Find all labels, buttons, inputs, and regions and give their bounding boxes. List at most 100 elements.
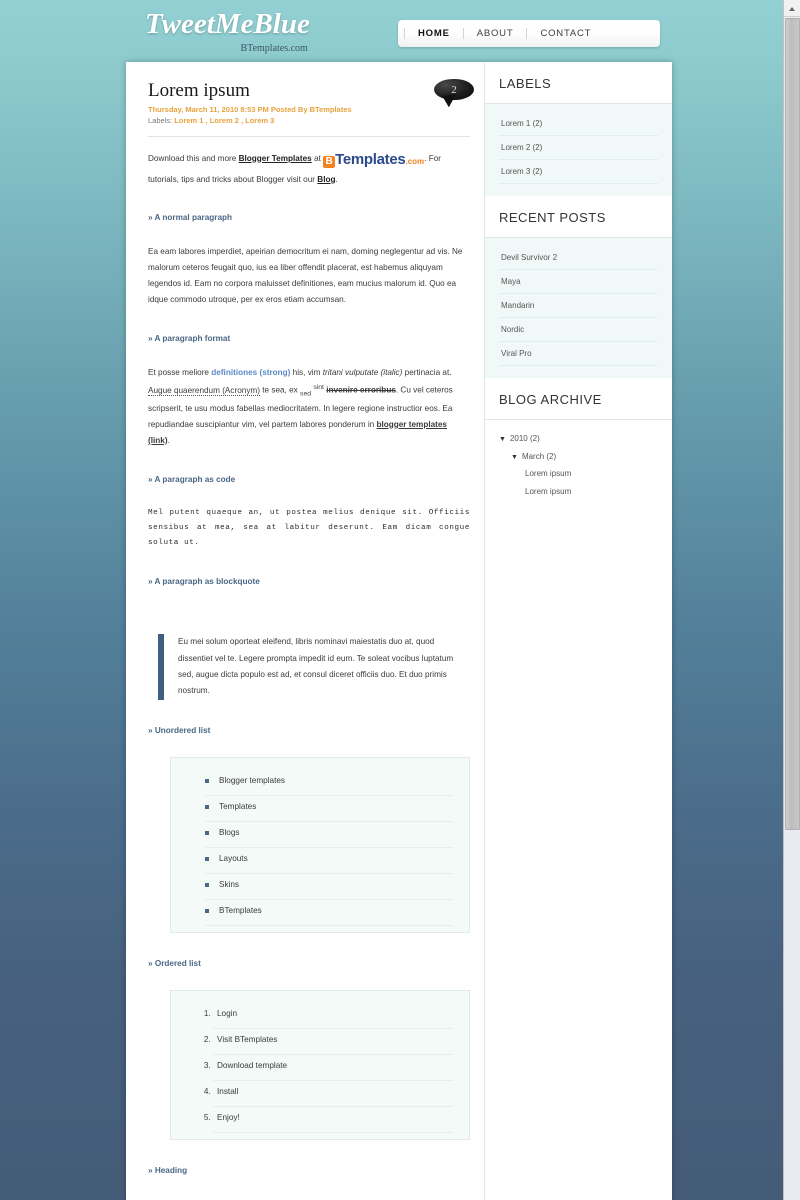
sidebar-label-2[interactable]: Lorem 2 (2) xyxy=(499,136,658,159)
fmt-t1: Et posse meliore xyxy=(148,368,212,378)
section-normal-paragraph: A normal paragraph xyxy=(148,213,470,222)
archive-tree: ▼ 2010 (2) ▼ March (2) Lorem ipsum Lorem i… xyxy=(485,420,672,521)
recent-post-2[interactable]: Maya xyxy=(499,270,658,293)
widget-recent-posts: RECENT POSTS Devil Survivor 2 Maya Manda… xyxy=(485,196,672,378)
recent-posts-list: Devil Survivor 2 Maya Mandarin Nordic Vi… xyxy=(499,246,658,366)
main-content: 2 Lorem ipsum Thursday, March 11, 2010 8… xyxy=(126,62,484,1200)
fmt-italic-2: vulputate (italic) xyxy=(345,368,403,378)
blog-link[interactable]: Blog xyxy=(317,175,335,184)
section-paragraph-blockquote: A paragraph as blockquote xyxy=(148,577,470,586)
scroll-up-button[interactable] xyxy=(784,0,800,17)
section-paragraph-code: A paragraph as code xyxy=(148,475,470,484)
list-item: Templates xyxy=(205,796,453,822)
list-item: BTemplates xyxy=(205,900,453,926)
section-paragraph-format: A paragraph format xyxy=(148,334,470,343)
widget-labels-body: Lorem 1 (2) Lorem 2 (2) Lorem 3 (2) xyxy=(485,104,672,196)
blogger-templates-link[interactable]: Blogger Templates xyxy=(239,154,312,163)
blog-title: TweetMeBlue xyxy=(145,8,310,40)
list-item: Login xyxy=(213,1003,453,1029)
unordered-list: Blogger templates Templates Blogs Layout… xyxy=(187,770,453,926)
main-navigation[interactable]: HOME ABOUT CONTACT xyxy=(398,20,660,47)
intro-text-4: . xyxy=(335,174,338,184)
paragraph-blockquote: Eu mei solum oporteat eleifend, libris n… xyxy=(158,634,470,700)
fmt-subscript: sed xyxy=(300,390,312,398)
archive-year[interactable]: ▼ 2010 (2) xyxy=(497,430,662,448)
ordered-list: Login Visit BTemplates Download template… xyxy=(187,1003,453,1133)
post-header: 2 Lorem ipsum Thursday, March 11, 2010 8… xyxy=(148,79,474,127)
list-item[interactable]: Mandarin xyxy=(499,294,658,318)
post-meta: Thursday, March 11, 2010 8:53 PM Posted … xyxy=(148,104,352,114)
labels-list: Lorem 1 (2) Lorem 2 (2) Lorem 3 (2) xyxy=(499,112,658,184)
post-labels-list[interactable]: Lorem 1 , Lorem 2 , Lorem 3 xyxy=(174,116,274,125)
archive-year-label: 2010 (2) xyxy=(509,434,540,443)
widget-recent-posts-body: Devil Survivor 2 Maya Mandarin Nordic Vi… xyxy=(485,238,672,378)
list-item: Install xyxy=(213,1081,453,1107)
list-item[interactable]: Devil Survivor 2 xyxy=(499,246,658,270)
recent-post-4[interactable]: Nordic xyxy=(499,318,658,341)
fmt-strong: definitiones (strong) xyxy=(211,368,291,378)
archive-post-1[interactable]: Lorem ipsum xyxy=(497,465,662,483)
list-item[interactable]: Lorem 2 (2) xyxy=(499,136,658,160)
section-heading: Heading xyxy=(148,1166,470,1175)
fmt-acronym: Augue quaerendum (Acronym) xyxy=(148,385,260,396)
scrollbar-thumb[interactable] xyxy=(785,18,800,830)
fmt-t5: te sea, ex xyxy=(259,385,301,395)
chevron-down-icon[interactable]: ▼ xyxy=(511,454,518,461)
widget-blog-archive: BLOG ARCHIVE ▼ 2010 (2) ▼ March (2) Lorem … xyxy=(485,378,672,521)
chevron-down-icon[interactable]: ▼ xyxy=(499,436,506,443)
list-item: Blogs xyxy=(205,822,453,848)
list-item: Download template xyxy=(213,1055,453,1081)
blog-subtitle: BTemplates.com xyxy=(240,43,308,54)
list-item: Blogger templates xyxy=(205,770,453,796)
list-item[interactable]: Maya xyxy=(499,270,658,294)
post-intro: Download this and more Blogger Templates… xyxy=(148,147,470,188)
intro-text-2: at xyxy=(311,153,324,163)
unordered-list-box: Blogger templates Templates Blogs Layout… xyxy=(170,756,470,933)
widget-blog-archive-title: BLOG ARCHIVE xyxy=(485,378,672,420)
list-item: Visit BTemplates xyxy=(213,1029,453,1055)
section-unordered-list: Unordered list xyxy=(148,726,470,735)
vertical-scrollbar[interactable] xyxy=(783,0,800,1200)
nav-item-about[interactable]: ABOUT xyxy=(464,20,527,47)
intro-text-1: Download this and more xyxy=(148,153,239,163)
paragraph-normal: Ea eam labores imperdiet, apeirian democ… xyxy=(148,247,463,305)
btemplates-logo[interactable]: B Templates .com xyxy=(323,147,424,173)
sidebar-label-1[interactable]: Lorem 1 (2) xyxy=(499,112,658,135)
recent-post-3[interactable]: Mandarin xyxy=(499,294,658,317)
recent-post-1[interactable]: Devil Survivor 2 xyxy=(499,246,658,269)
section-ordered-list: Ordered list xyxy=(148,959,470,968)
nav-item-home[interactable]: HOME xyxy=(405,20,463,47)
widget-labels-title: LABELS xyxy=(485,62,672,104)
btemplates-logo-mark: B xyxy=(323,155,336,168)
nav-item-contact[interactable]: CONTACT xyxy=(527,20,604,47)
list-item[interactable]: Nordic xyxy=(499,318,658,342)
recent-post-5[interactable]: Viral Pro xyxy=(499,342,658,365)
list-item: Skins xyxy=(205,874,453,900)
archive-month[interactable]: ▼ March (2) xyxy=(497,448,662,466)
post-divider xyxy=(148,135,470,137)
archive-post-2[interactable]: Lorem ipsum xyxy=(497,483,662,501)
list-item: Enjoy! xyxy=(213,1107,453,1133)
comment-bubble-icon[interactable]: 2 xyxy=(434,79,474,100)
sidebar-label-3[interactable]: Lorem 3 (2) xyxy=(499,160,658,183)
archive-month-label: March (2) xyxy=(521,451,557,461)
fmt-superscript: sint xyxy=(313,384,324,392)
btemplates-logo-tld: .com xyxy=(405,156,425,166)
page-viewport: TweetMeBlue BTemplates.com HOME ABOUT CO… xyxy=(0,0,783,1200)
list-item[interactable]: Viral Pro xyxy=(499,342,658,366)
sidebar: LABELS Lorem 1 (2) Lorem 2 (2) Lorem 3 (… xyxy=(484,62,672,1200)
fmt-t2: his, vim xyxy=(290,368,323,378)
paragraph-code: Mel putent quaeque an, ut postea melius … xyxy=(148,508,476,548)
brand[interactable]: TweetMeBlue BTemplates.com xyxy=(145,8,310,55)
widget-recent-posts-title: RECENT POSTS xyxy=(485,196,672,238)
post-title: Lorem ipsum xyxy=(148,80,250,101)
list-item: Layouts xyxy=(205,848,453,874)
fmt-t4: pertinacia at. xyxy=(402,368,452,378)
site-header: TweetMeBlue BTemplates.com HOME ABOUT CO… xyxy=(0,0,783,68)
post-labels: Labels: Lorem 1 , Lorem 2 , Lorem 3 xyxy=(148,116,470,127)
list-item[interactable]: Lorem 3 (2) xyxy=(499,160,658,184)
fmt-t7: . xyxy=(167,435,170,445)
widget-labels: LABELS Lorem 1 (2) Lorem 2 (2) Lorem 3 (… xyxy=(485,62,672,196)
list-item[interactable]: Lorem 1 (2) xyxy=(499,112,658,136)
btemplates-logo-word: Templates xyxy=(335,150,406,168)
